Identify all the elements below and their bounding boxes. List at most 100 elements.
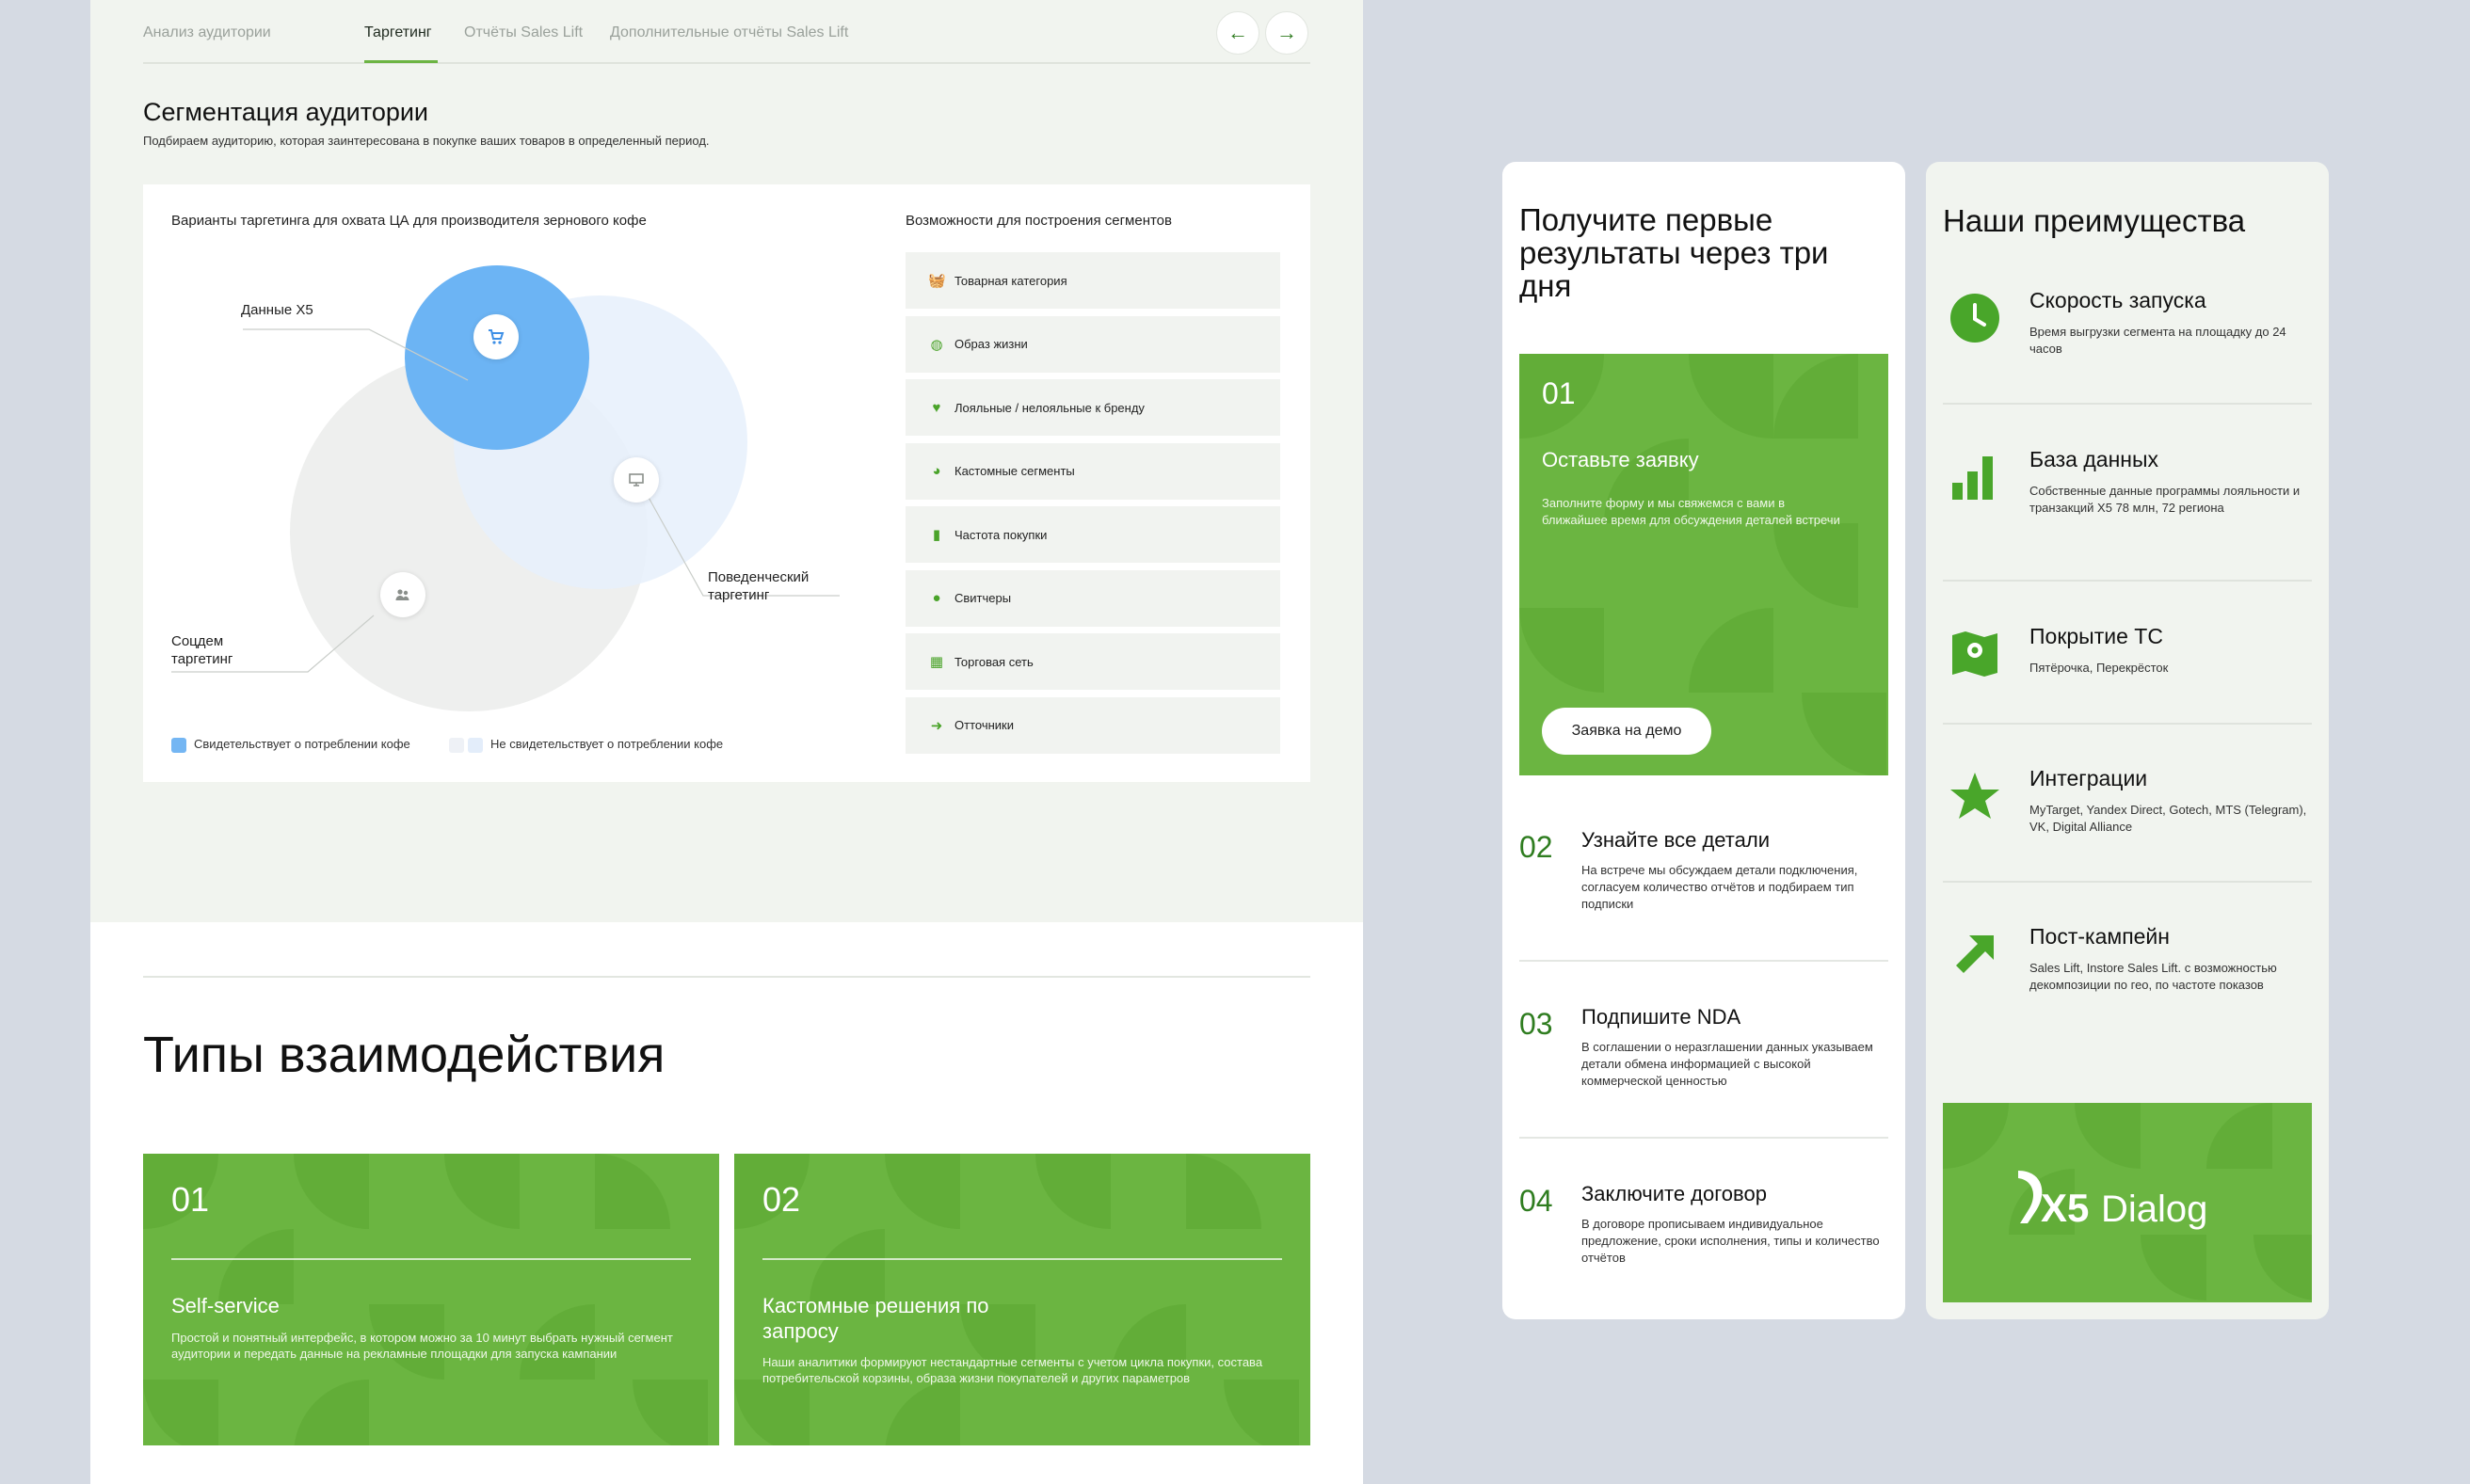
- interaction-card-custom[interactable]: 02 Кастомные решения по запросу Наши ана…: [734, 1154, 1310, 1445]
- svg-text:X5: X5: [2041, 1186, 2089, 1230]
- step-title: Подпишите NDA: [1581, 1005, 1741, 1029]
- pie-icon: ◕: [932, 463, 941, 479]
- card-title: Self-service: [171, 1294, 280, 1317]
- person-icon: ●: [932, 590, 941, 606]
- advantage-description: Пятёрочка, Перекрёсток: [2029, 661, 2169, 675]
- step-description: В договоре прописываем индивидуальное пр…: [1581, 1217, 1880, 1265]
- main-page: Анализ аудитории Таргетинг Отчёты Sales …: [90, 0, 1363, 1484]
- legend-label-consumes: Свидетельствует о потреблении кофе: [194, 737, 410, 751]
- segment-label: Отточники: [954, 718, 1014, 732]
- step-number: 01: [1542, 376, 1576, 410]
- card-description: Наши аналитики формируют нестандартные с…: [762, 1355, 1263, 1385]
- x5-logo-mark: X5 Dialog: [2018, 1171, 2207, 1230]
- segment-product-category[interactable]: 🧺 Товарная категория: [906, 252, 1280, 309]
- step-divider: [1519, 960, 1888, 962]
- advantage-title: База данных: [2029, 447, 2159, 471]
- x5-dialog-logo-box: X5 Dialog: [1943, 1103, 2312, 1302]
- step-divider: [1519, 1137, 1888, 1139]
- step-description: На встрече мы обсуждаем детали подключен…: [1581, 863, 1858, 911]
- segment-label: Образ жизни: [954, 337, 1028, 351]
- bars-icon: ▮: [932, 527, 941, 543]
- legend-label-not-consumes: Не свидетельствует о потреблении кофе: [490, 737, 724, 751]
- advantage-title: Интеграции: [2029, 766, 2148, 790]
- arrow-right-icon: ➜: [930, 717, 943, 734]
- tab-sales-lift[interactable]: Отчёты Sales Lift: [464, 24, 583, 41]
- next-button[interactable]: →: [1265, 11, 1308, 55]
- steps-card: Получите первые результаты через три дня…: [1502, 162, 1905, 1319]
- legend-swatch-light: [449, 737, 464, 753]
- advantage-divider: [1943, 723, 2312, 725]
- section-subtitle: Подбираем аудиторию, которая заинтересов…: [143, 134, 710, 148]
- legend-item-not-consumes: Не свидетельствует о потреблении кофе: [449, 737, 723, 753]
- segment-label: Товарная категория: [954, 273, 1067, 288]
- monitor-icon: [614, 457, 659, 503]
- advantage-description: MyTarget, Yandex Direct, Gotech, MTS (Te…: [2029, 803, 2307, 834]
- steps-title: Получите первые результаты через три дня: [1519, 202, 1829, 303]
- demo-request-button[interactable]: Заявка на демо: [1542, 708, 1711, 755]
- legend-swatch-blue: [171, 737, 186, 753]
- advantage-description: Время выгрузки сегмента на площадку до 2…: [2029, 325, 2286, 356]
- step-title: Заключите договор: [1581, 1182, 1767, 1205]
- people-icon: [380, 572, 425, 617]
- step-01: 01 Оставьте заявку Заполните форму и мы …: [1519, 354, 1888, 775]
- step-description: Заполните форму и мы свяжемся с вами в б…: [1542, 496, 1840, 527]
- card-number: 02: [762, 1180, 801, 1219]
- advantages-title: Наши преимущества: [1943, 203, 2246, 238]
- x5-dialog-logo: X5 Dialog: [1943, 1103, 2312, 1302]
- advantages-card: Наши преимущества Скорость запуска Время…: [1926, 162, 2329, 1319]
- advantage-title: Скорость запуска: [2029, 288, 2206, 312]
- advantage-divider: [1943, 403, 2312, 405]
- section-divider: [143, 976, 1310, 978]
- arrow-up-right-icon: [1949, 928, 2001, 981]
- advantage-divider: [1943, 881, 2312, 883]
- segment-custom[interactable]: ◕ Кастомные сегменты: [906, 442, 1280, 500]
- segment-label: Торговая сеть: [954, 654, 1034, 669]
- segment-label: Кастомные сегменты: [954, 464, 1075, 478]
- bar-chart-icon: [1949, 451, 2001, 503]
- segment-retail-chain[interactable]: ▦ Торговая сеть: [906, 633, 1280, 690]
- cart-icon: [473, 314, 519, 359]
- step-number: 04: [1519, 1184, 1553, 1218]
- segment-label: Свитчеры: [954, 591, 1012, 605]
- clock-icon: [1949, 292, 2001, 344]
- segment-label: Лояльные / нелояльные к бренду: [954, 400, 1145, 415]
- prev-button[interactable]: ←: [1216, 11, 1259, 55]
- svg-text:Dialog: Dialog: [2101, 1189, 2207, 1230]
- tab-extra-sales-lift[interactable]: Дополнительные отчёты Sales Lift: [610, 24, 848, 41]
- venn-label-socdem: Соцдем таргетинг: [171, 633, 233, 667]
- advantage-divider: [1943, 580, 2312, 582]
- arrow-left-icon: ←: [1227, 21, 1248, 44]
- card-divider: [762, 1258, 1282, 1260]
- card-description: Простой и понятный интерфейс, в котором …: [171, 1331, 673, 1361]
- active-tab-indicator: [364, 60, 438, 63]
- step-title: Узнайте все детали: [1581, 828, 1770, 852]
- advantage-description: Собственные данные программы лояльности …: [2029, 484, 2301, 515]
- basket-icon: 🧺: [928, 273, 946, 289]
- segment-loyalty[interactable]: ♥ Лояльные / нелояльные к бренду: [906, 379, 1280, 436]
- store-icon: ▦: [929, 654, 944, 670]
- tab-bar: Анализ аудитории Таргетинг Отчёты Sales …: [143, 0, 1310, 64]
- segment-lifestyle[interactable]: ◍ Образ жизни: [906, 315, 1280, 373]
- legend-swatch-lightblue: [468, 737, 483, 753]
- segments-heading: Возможности для построения сегментов: [906, 213, 1172, 229]
- interaction-title: Типы взаимодействия: [143, 1027, 666, 1083]
- star-icon: [1949, 770, 2001, 822]
- arrow-right-icon: →: [1276, 21, 1297, 44]
- segment-switchers[interactable]: ● Свитчеры: [906, 569, 1280, 627]
- segmentation-card: Варианты таргетинга для охвата ЦА для пр…: [143, 184, 1310, 782]
- tab-audience-analysis[interactable]: Анализ аудитории: [143, 24, 271, 41]
- venn-label-behavioral: Поведенческий таргетинг: [708, 569, 810, 603]
- tab-targeting[interactable]: Таргетинг: [364, 24, 432, 41]
- legend-item-consumes: Свидетельствует о потреблении кофе: [171, 737, 410, 753]
- segment-churn[interactable]: ➜ Отточники: [906, 696, 1280, 754]
- segment-frequency[interactable]: ▮ Частота покупки: [906, 506, 1280, 563]
- advantage-title: Пост-кампейн: [2029, 924, 2170, 949]
- advantage-title: Покрытие ТС: [2029, 624, 2163, 648]
- segment-label: Частота покупки: [954, 527, 1048, 542]
- step-number: 02: [1519, 830, 1553, 864]
- venn-label-x5: Данные X5: [241, 302, 313, 318]
- interaction-card-self-service[interactable]: 01 Self-service Простой и понятный интер…: [143, 1154, 719, 1445]
- card-divider: [171, 1258, 691, 1260]
- globe-icon: ◍: [930, 336, 943, 353]
- heart-icon: ♥: [932, 399, 941, 416]
